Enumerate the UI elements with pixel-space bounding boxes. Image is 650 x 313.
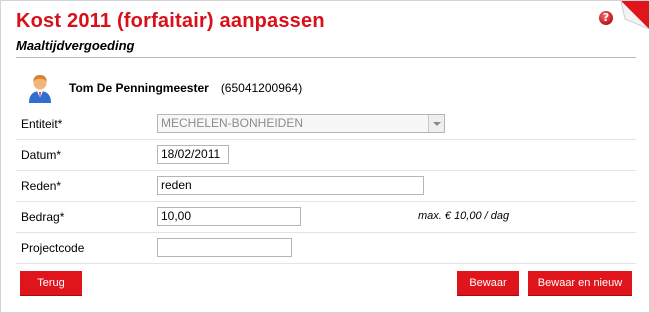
help-icon[interactable]: ?	[599, 11, 613, 25]
user-name: Tom De Penningmeester	[69, 81, 209, 95]
dialog-frame: Kost 2011 (forfaitair) aanpassen Maaltij…	[0, 0, 650, 313]
user-id: (65041200964)	[220, 81, 303, 95]
project-input[interactable]	[157, 238, 292, 257]
save-and-new-button[interactable]: Bewaar en nieuw	[528, 271, 632, 296]
header-divider	[16, 57, 636, 58]
form-row-project: Projectcode	[16, 233, 636, 264]
form-row-amount: Bedrag* 10,00 max. € 10,00 / dag	[16, 202, 636, 233]
amount-input[interactable]: 10,00	[157, 207, 301, 226]
project-label: Projectcode	[21, 241, 85, 255]
page-curl-icon	[621, 1, 649, 29]
amount-label: Bedrag*	[21, 210, 65, 224]
form-row-date: Datum* 18/02/2011	[16, 140, 636, 171]
date-input[interactable]: 18/02/2011	[157, 145, 229, 164]
chevron-down-icon[interactable]	[428, 115, 444, 132]
page-title: Kost 2011 (forfaitair) aanpassen	[16, 10, 325, 32]
back-button[interactable]: Terug	[20, 271, 82, 296]
user-avatar-icon	[29, 75, 51, 103]
date-label: Datum*	[21, 148, 62, 162]
reason-input[interactable]: reden	[157, 176, 424, 195]
entity-select[interactable]: MECHELEN-BONHEIDEN	[157, 114, 445, 133]
form-row-reason: Reden* reden	[16, 171, 636, 202]
form-row-entity: Entiteit* MECHELEN-BONHEIDEN	[16, 109, 636, 140]
entity-value: MECHELEN-BONHEIDEN	[161, 116, 304, 130]
reason-label: Reden*	[21, 179, 62, 193]
entity-label: Entiteit*	[21, 117, 63, 131]
page-subtitle: Maaltijdvergoeding	[16, 38, 135, 53]
save-button[interactable]: Bewaar	[457, 271, 519, 296]
user-info: Tom De Penningmeester (65041200964)	[25, 71, 302, 105]
amount-hint: max. € 10,00 / dag	[418, 210, 510, 222]
